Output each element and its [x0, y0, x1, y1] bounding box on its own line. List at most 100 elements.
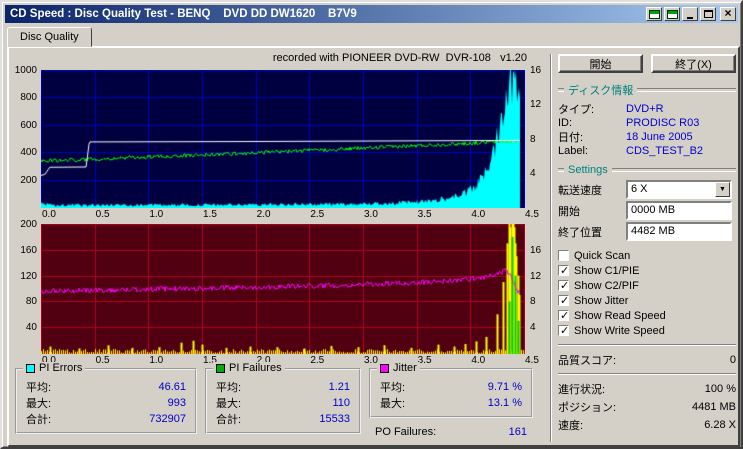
option-checkboxes: Quick Scan Show C1/PIE Show C2/PIF Show …	[558, 248, 736, 338]
window-icon-button-1[interactable]	[646, 7, 662, 21]
window-icon-button-2[interactable]	[664, 7, 680, 21]
disc-date-label: 日付:	[558, 132, 584, 144]
stat-value: 732907	[149, 413, 186, 425]
quality-score-value: 0	[729, 353, 736, 366]
tab-disc-quality[interactable]: Disc Quality	[7, 27, 92, 47]
speed-row: 速度: 6.28 X	[558, 417, 736, 432]
pi-errors-swatch	[26, 363, 35, 373]
jitter-swatch	[380, 363, 389, 373]
stat-label: 合計:	[216, 414, 242, 426]
transfer-speed-row: 転送速度 6 X ▼	[558, 180, 736, 199]
quality-score-label: 品質スコア:	[558, 354, 617, 367]
po-failures-value: 161	[508, 426, 527, 438]
pi-failures-swatch	[216, 363, 225, 373]
stat-label: 最大:	[380, 398, 406, 410]
position-value: 4481 MB	[691, 400, 736, 413]
checkbox-box[interactable]	[558, 279, 569, 292]
stat-row: 合計: 15533	[213, 411, 353, 427]
quality-score-row: 品質スコア: 0	[558, 352, 736, 367]
exit-button[interactable]: 終了(X)	[651, 54, 736, 73]
stat-label: 最大:	[216, 398, 242, 410]
stat-value: 110	[332, 397, 350, 409]
checkbox-box[interactable]	[558, 264, 569, 277]
window-icon	[648, 9, 660, 19]
stat-label: 合計:	[26, 414, 52, 426]
stat-row: 平均: 46.61	[23, 379, 189, 395]
titlebar-buttons: ×	[646, 7, 738, 21]
app-window: CD Speed : Disc Quality Test - BENQ DVD …	[0, 0, 743, 449]
checkbox-box[interactable]	[558, 324, 569, 337]
checkbox-quick-scan[interactable]: Quick Scan	[558, 248, 736, 263]
checkbox-show-c1-pie[interactable]: Show C1/PIE	[558, 263, 736, 278]
end-position-row: 終了位置 4482 MB	[558, 222, 736, 241]
control-panel: 開始 終了(X) ディスク情報 タイプ: DVD+R ID: PRODISC R…	[558, 54, 736, 435]
checkbox-box[interactable]	[558, 294, 569, 307]
progress-value: 100 %	[704, 382, 736, 395]
pi-failures-plot	[41, 224, 525, 354]
jitter-stats-column: Jitter 平均: 9.71 % 最大: 13.1 % PO Failures: …	[369, 362, 533, 440]
end-position-input[interactable]: 4482 MB	[626, 222, 732, 241]
checkbox-show-c2-pif[interactable]: Show C2/PIF	[558, 278, 736, 293]
checkbox-show-read-speed[interactable]: Show Read Speed	[558, 308, 736, 323]
close-button[interactable]: ×	[720, 7, 736, 21]
checkbox-box[interactable]	[558, 250, 569, 261]
pi-failures-chart-canvas	[41, 224, 525, 354]
disc-type-value: DVD+R	[626, 103, 664, 115]
separator	[558, 373, 736, 375]
position-row: ポジション: 4481 MB	[558, 399, 736, 414]
tabstrip: Disc Quality	[7, 27, 92, 47]
stat-label: 平均:	[216, 382, 242, 394]
stat-row: 平均: 9.71 %	[377, 379, 525, 395]
start-button[interactable]: 開始	[558, 54, 643, 73]
pi-errors-plot	[41, 70, 525, 208]
stat-row: 最大: 13.1 %	[377, 395, 525, 411]
stat-row: 最大: 110	[213, 395, 353, 411]
statistics-row: PI Errors 平均: 46.61 最大: 993 合計: 732907 PI F…	[15, 362, 533, 440]
start-position-row: 開始 0000 MB	[558, 201, 736, 220]
stat-row: 最大: 993	[23, 395, 189, 411]
pi-failures-stats-box: PI Failures 平均: 1.21 最大: 110 合計: 15533	[205, 362, 361, 434]
po-failures-label: PO Failures:	[375, 426, 437, 438]
action-buttons: 開始 終了(X)	[558, 54, 736, 73]
stat-label: 平均:	[26, 382, 52, 394]
position-label: ポジション:	[558, 401, 617, 414]
progress-label: 進行状況:	[558, 383, 606, 396]
speed-select-value: 6 X	[631, 183, 648, 195]
progress-row: 進行状況: 100 %	[558, 381, 736, 396]
minimize-button[interactable]	[682, 7, 698, 21]
pi-errors-chart: 1000 800 600 400 200 16 12 8 4 0.0 0.5 1.0 1.5 2.0 2…	[14, 65, 542, 220]
speed-value: 6.28 X	[704, 418, 736, 431]
separator	[558, 344, 736, 346]
close-icon: ×	[724, 6, 732, 20]
maximize-icon	[703, 10, 713, 18]
stat-value: 15533	[319, 413, 350, 425]
stat-value: 13.1 %	[487, 397, 522, 409]
speed-label: 速度:	[558, 419, 584, 432]
checkbox-show-write-speed[interactable]: Show Write Speed	[558, 323, 736, 338]
pi-errors-x-axis: 0.0 0.5 1.0 1.5 2.0 2.5 3.0 3.5 4.0 4.5	[42, 209, 539, 220]
speed-select[interactable]: 6 X ▼	[626, 180, 732, 199]
stat-value: 9.71 %	[487, 381, 522, 393]
window-icon	[666, 9, 678, 19]
checkbox-show-jitter[interactable]: Show Jitter	[558, 293, 736, 308]
disc-type-label: タイプ:	[558, 104, 595, 116]
stat-label: 平均:	[380, 382, 406, 394]
recorded-with-label: recorded with PIONEER DVD-RW DVR-108 v1.…	[272, 52, 527, 64]
maximize-button[interactable]	[700, 7, 716, 21]
disc-date-row: 日付: 18 June 2005	[558, 130, 736, 144]
pi-failures-stats-title: PI Failures	[229, 362, 282, 374]
start-position-input[interactable]: 0000 MB	[626, 201, 732, 220]
settings-header: Settings	[558, 164, 736, 176]
vertical-separator	[550, 54, 552, 442]
disc-label-row: Label: CDS_TEST_B2	[558, 144, 736, 158]
chevron-down-icon[interactable]: ▼	[715, 182, 730, 197]
end-position-label: 終了位置	[558, 226, 602, 239]
po-failures-row: PO Failures: 161	[369, 424, 533, 440]
jitter-legend: Jitter	[377, 362, 420, 374]
pi-failures-x-axis: 0.0 0.5 1.0 1.5 2.0 2.5 3.0 3.5 4.0 4.5	[42, 355, 539, 366]
stat-label: 最大:	[26, 398, 52, 410]
disc-quality-page: recorded with PIONEER DVD-RW DVR-108 v1.…	[7, 46, 740, 447]
disc-type-row: タイプ: DVD+R	[558, 102, 736, 116]
checkbox-box[interactable]	[558, 309, 569, 322]
pi-errors-legend: PI Errors	[23, 362, 86, 374]
